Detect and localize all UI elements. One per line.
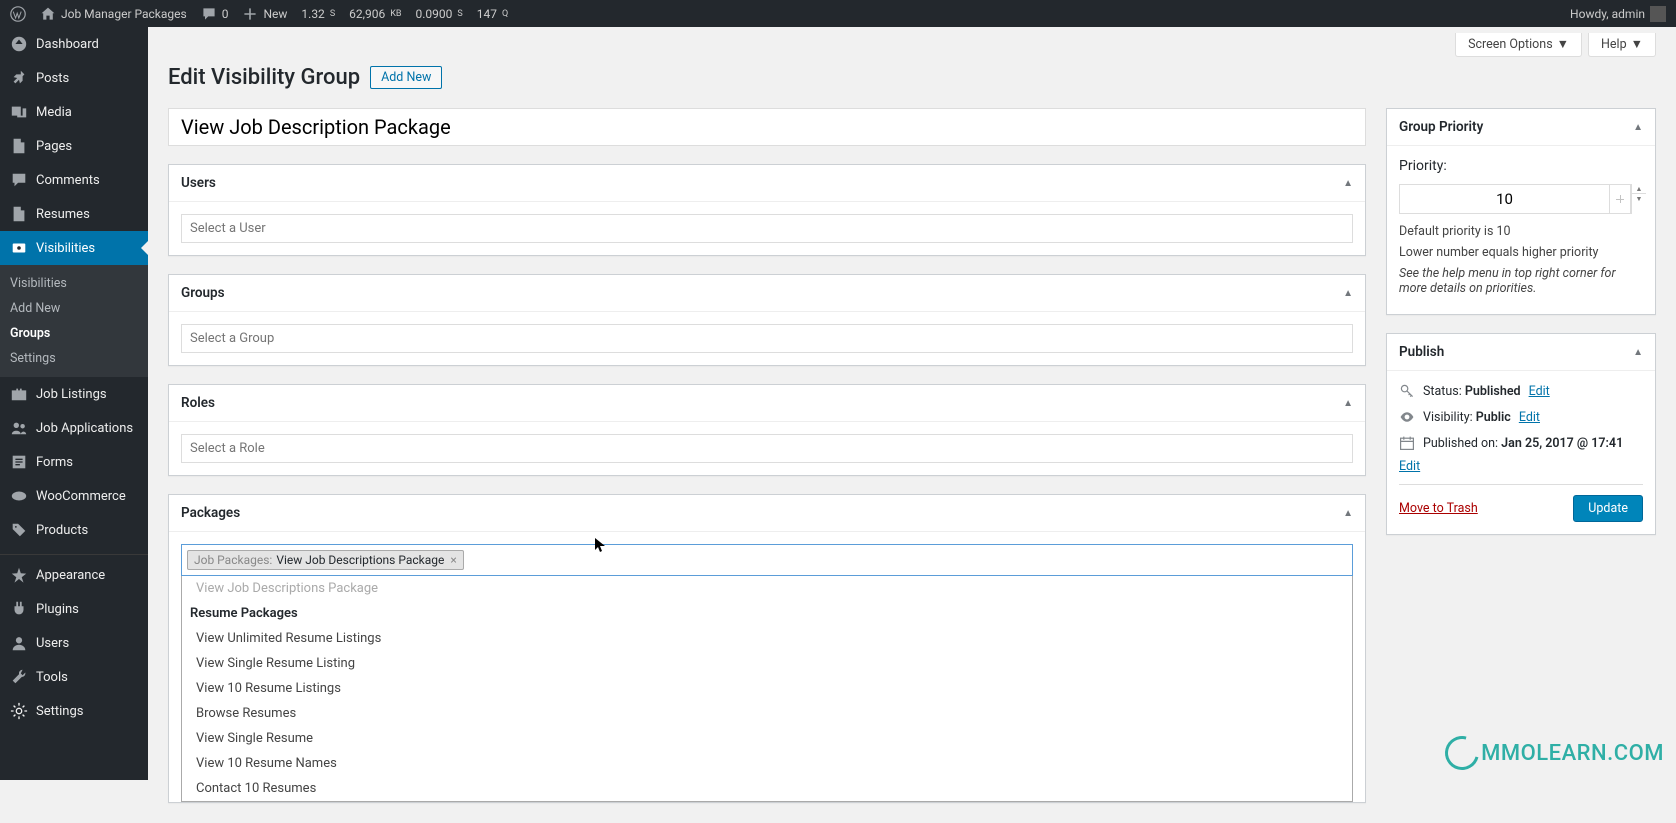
chevron-up-icon: ▲ <box>1343 178 1353 189</box>
spin-down-button[interactable]: ▼ <box>1632 194 1646 204</box>
package-chip: Job Packages: View Job Descriptions Pack… <box>187 550 464 570</box>
sidebar-subitem-groups[interactable]: Groups <box>0 321 148 346</box>
packages-select[interactable]: Job Packages: View Job Descriptions Pack… <box>181 544 1353 576</box>
roles-box: Roles▲ <box>168 384 1366 476</box>
sidebar-item-products[interactable]: Products <box>0 513 148 547</box>
users-box-header[interactable]: Users▲ <box>169 165 1365 202</box>
sidebar-item-posts[interactable]: Posts <box>0 61 148 95</box>
priority-label: Priority: <box>1399 158 1643 174</box>
sidebar-item-plugins[interactable]: Plugins <box>0 592 148 626</box>
watermark-logo-icon <box>1439 730 1485 776</box>
sidebar-item-media[interactable]: Media <box>0 95 148 129</box>
chip-remove-icon[interactable]: × <box>450 553 456 567</box>
stat-3: 0.0900S <box>416 7 463 21</box>
admin-sidebar: DashboardPostsMediaPagesCommentsResumesV… <box>0 27 148 780</box>
groups-box: Groups▲ <box>168 274 1366 366</box>
site-name: Job Manager Packages <box>61 7 187 21</box>
chevron-up-icon: ▲ <box>1633 347 1643 358</box>
dropdown-item[interactable]: View Single Resume Listing <box>182 651 1352 676</box>
content: Screen Options ▼ Help ▼ Edit Visibility … <box>148 27 1676 823</box>
sidebar-item-woocommerce[interactable]: WooCommerce <box>0 479 148 513</box>
edit-date-link[interactable]: Edit <box>1399 459 1643 474</box>
watermark: MMOLEARN.COM <box>1445 736 1664 770</box>
sidebar-item-settings[interactable]: Settings <box>0 694 148 728</box>
sidebar-item-resumes[interactable]: Resumes <box>0 197 148 231</box>
screen-options-tab[interactable]: Screen Options ▼ <box>1455 33 1582 57</box>
admin-bar: Job Manager Packages 0 New 1.32S 62,906K… <box>0 0 1676 27</box>
roles-box-header[interactable]: Roles▲ <box>169 385 1365 422</box>
sidebar-item-tools[interactable]: Tools <box>0 660 148 694</box>
sidebar-item-comments[interactable]: Comments <box>0 163 148 197</box>
sidebar-item-dashboard[interactable]: Dashboard <box>0 27 148 61</box>
page-title: Edit Visibility Group <box>168 65 360 90</box>
move-to-trash-link[interactable]: Move to Trash <box>1399 501 1478 516</box>
users-select[interactable] <box>181 214 1353 243</box>
sidebar-item-pages[interactable]: Pages <box>0 129 148 163</box>
packages-dropdown: View Job Descriptions PackageResume Pack… <box>181 576 1353 802</box>
roles-select[interactable] <box>181 434 1353 463</box>
chevron-down-icon: ▼ <box>1631 37 1643 52</box>
dropdown-item[interactable]: Browse Resumes <box>182 701 1352 726</box>
stat-4: 147Q <box>477 7 508 21</box>
help-tab[interactable]: Help ▼ <box>1588 33 1656 57</box>
groups-select[interactable] <box>181 324 1353 353</box>
priority-box: Group Priority▲ Priority: ▲ ▼ Default pr… <box>1386 108 1656 315</box>
publish-box: Publish▲ Status: Published Edit Visibili… <box>1386 333 1656 535</box>
stepper-icon <box>1613 192 1627 206</box>
title-input[interactable] <box>168 108 1366 146</box>
sidebar-item-appearance[interactable]: Appearance <box>0 558 148 592</box>
site-name-link[interactable]: Job Manager Packages <box>40 6 187 22</box>
sidebar-item-visibilities[interactable]: Visibilities <box>0 231 148 265</box>
sidebar-subitem-add-new[interactable]: Add New <box>0 296 148 321</box>
howdy-link[interactable]: Howdy, admin <box>1570 6 1666 22</box>
stat-2: 62,906KB <box>349 7 401 21</box>
publish-box-header[interactable]: Publish▲ <box>1387 334 1655 371</box>
stat-1: 1.32S <box>301 7 335 21</box>
key-icon <box>1399 383 1415 399</box>
comments-link[interactable]: 0 <box>201 6 229 22</box>
edit-visibility-link[interactable]: Edit <box>1519 410 1540 425</box>
dropdown-item[interactable]: View Single Resume <box>182 726 1352 751</box>
packages-box-header[interactable]: Packages▲ <box>169 495 1365 532</box>
priority-box-header[interactable]: Group Priority▲ <box>1387 109 1655 146</box>
priority-help-3: See the help menu in top right corner fo… <box>1399 266 1643 296</box>
packages-box: Packages▲ Job Packages: View Job Descrip… <box>168 494 1366 803</box>
add-new-button[interactable]: Add New <box>370 66 442 89</box>
dropdown-item[interactable]: View Unlimited Resume Listings <box>182 626 1352 651</box>
priority-help-1: Default priority is 10 <box>1399 224 1643 239</box>
dropdown-group: Resume Packages <box>182 601 1352 626</box>
wp-logo[interactable] <box>10 6 26 22</box>
new-link[interactable]: New <box>242 6 287 22</box>
eye-icon <box>1399 409 1415 425</box>
groups-box-header[interactable]: Groups▲ <box>169 275 1365 312</box>
chevron-down-icon: ▼ <box>1557 37 1569 52</box>
sidebar-item-users[interactable]: Users <box>0 626 148 660</box>
spin-up-button[interactable]: ▲ <box>1632 184 1646 194</box>
sidebar-subitem-visibilities[interactable]: Visibilities <box>0 271 148 296</box>
calendar-icon <box>1399 435 1415 451</box>
chevron-up-icon: ▲ <box>1343 508 1353 519</box>
avatar <box>1650 6 1666 22</box>
sidebar-subitem-settings[interactable]: Settings <box>0 346 148 371</box>
dropdown-item-disabled: View Job Descriptions Package <box>182 576 1352 601</box>
dropdown-item[interactable]: View 10 Resume Names <box>182 751 1352 776</box>
priority-help-2: Lower number equals higher priority <box>1399 245 1643 260</box>
dropdown-item[interactable]: View 10 Resume Listings <box>182 676 1352 701</box>
edit-status-link[interactable]: Edit <box>1529 384 1550 399</box>
chevron-up-icon: ▲ <box>1343 398 1353 409</box>
sidebar-item-job-listings[interactable]: Job Listings <box>0 377 148 411</box>
sidebar-item-job-applications[interactable]: Job Applications <box>0 411 148 445</box>
users-box: Users▲ <box>168 164 1366 256</box>
chevron-up-icon: ▲ <box>1633 122 1643 133</box>
sidebar-item-forms[interactable]: Forms <box>0 445 148 479</box>
priority-spinner: ▲ ▼ <box>1631 184 1646 214</box>
priority-input[interactable] <box>1399 184 1610 214</box>
chevron-up-icon: ▲ <box>1343 288 1353 299</box>
update-button[interactable]: Update <box>1573 495 1643 522</box>
